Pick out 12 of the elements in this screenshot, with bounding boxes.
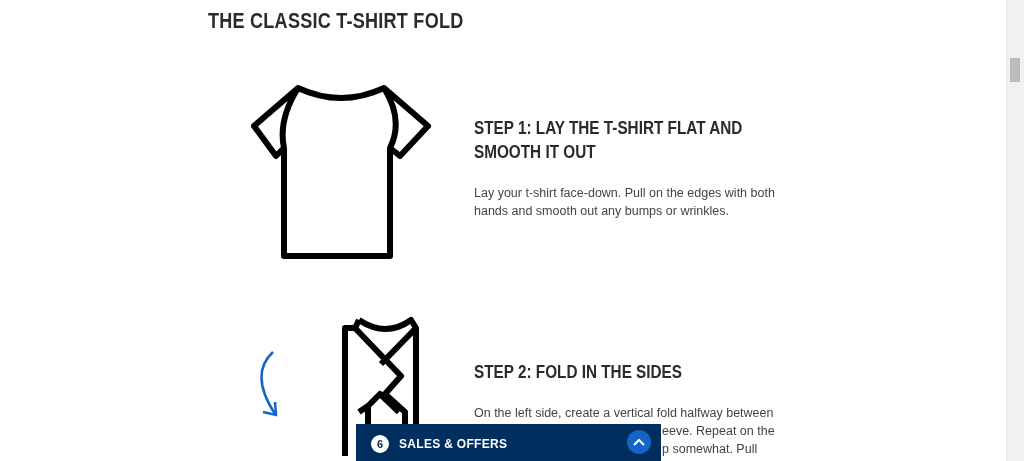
offers-label: SALES & OFFERS bbox=[399, 437, 509, 451]
page-title: THE CLASSIC T-SHIRT FOLD bbox=[208, 8, 464, 34]
offers-count-badge: 6 bbox=[371, 435, 389, 453]
step-description-line: On the left side, create a vertical fold halfway between bbox=[474, 405, 775, 422]
step-description-line: eeve. Repeat on the bbox=[662, 423, 776, 440]
chevron-icon bbox=[633, 438, 645, 446]
scrollbar[interactable] bbox=[1006, 0, 1024, 461]
step-description-line: p somewhat. Pull bbox=[662, 441, 759, 458]
step-heading: STEP 2: FOLD IN THE SIDES bbox=[474, 361, 683, 384]
step-heading: STEP 1: LAY THE T-SHIRT FLAT AND SMOOTH IT OUT bbox=[474, 117, 744, 164]
step-description: Lay your t-shirt face-down. Pull on the edges with both hands and smooth out any bumps or wrinkles. bbox=[474, 185, 776, 220]
expand-toggle-button[interactable] bbox=[627, 430, 651, 454]
